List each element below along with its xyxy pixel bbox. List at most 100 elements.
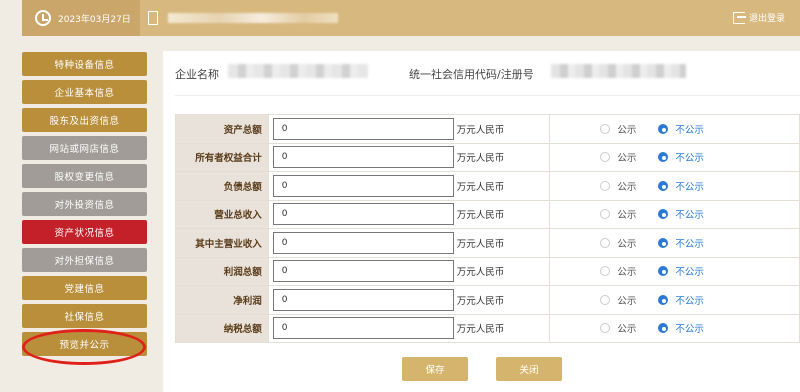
nonpublic-radio-option[interactable]: 不公示	[658, 150, 704, 164]
nonpublic-radio-option[interactable]: 不公示	[658, 293, 704, 307]
value-cell: 万元人民币	[267, 313, 551, 343]
table-row: 纳税总额 万元人民币 公示 不公示	[175, 313, 800, 343]
amount-input[interactable]	[272, 260, 454, 283]
highlight-oval	[22, 329, 146, 365]
unit-label: 万元人民币	[456, 153, 505, 165]
logout-button[interactable]: 退出登录	[733, 11, 785, 24]
radio-checked-icon	[658, 180, 669, 191]
sidebar-item-equity-change[interactable]: 股权变更信息	[22, 164, 147, 188]
public-label: 公示	[617, 238, 637, 250]
sidebar-item-label: 资产状况信息	[54, 228, 115, 239]
close-button[interactable]: 关闭	[496, 357, 562, 381]
sidebar-item-investment[interactable]: 对外投资信息	[22, 192, 147, 216]
amount-input[interactable]	[272, 117, 454, 140]
nonpublic-radio-option[interactable]: 不公示	[658, 122, 704, 136]
public-label: 公示	[617, 124, 637, 136]
sidebar-item-label: 股权变更信息	[54, 172, 115, 183]
radio-checked-icon	[658, 152, 669, 163]
amount-input[interactable]	[272, 317, 454, 340]
sidebar-item-label: 股东及出资信息	[49, 116, 120, 127]
sidebar-item-assets[interactable]: 资产状况信息	[22, 220, 147, 244]
save-button[interactable]: 保存	[402, 357, 468, 381]
table-row: 所有者权益合计 万元人民币 公示 不公示	[175, 142, 800, 172]
document-icon	[148, 11, 158, 25]
amount-input[interactable]	[272, 146, 454, 169]
sidebar-item-label: 特种设备信息	[54, 60, 115, 71]
sidebar-item-label: 企业基本信息	[54, 88, 115, 99]
amount-input[interactable]	[272, 288, 454, 311]
radio-unchecked-icon	[600, 152, 611, 163]
publicity-radio-group: 公示 不公示	[550, 150, 799, 164]
public-radio-option[interactable]: 公示	[600, 293, 658, 307]
sidebar-item-special-equipment[interactable]: 特种设备信息	[22, 52, 147, 76]
radio-unchecked-icon	[600, 237, 611, 248]
publicity-cell: 公示 不公示	[549, 171, 800, 201]
publicity-cell: 公示 不公示	[549, 256, 800, 286]
logout-label: 退出登录	[749, 14, 786, 24]
current-date: 2023年03月27日	[58, 15, 131, 25]
row-label: 负债总额	[175, 171, 269, 201]
redacted-company-value	[228, 64, 368, 78]
radio-checked-icon	[658, 123, 669, 134]
publicity-cell: 公示 不公示	[549, 228, 800, 258]
radio-unchecked-icon	[600, 209, 611, 220]
publicity-radio-group: 公示 不公示	[550, 321, 799, 335]
sidebar-item-website[interactable]: 网站或网店信息	[22, 136, 147, 160]
amount-input[interactable]	[272, 231, 454, 254]
nonpublic-label: 不公示	[675, 295, 704, 307]
public-radio-option[interactable]: 公示	[600, 236, 658, 250]
value-cell: 万元人民币	[267, 142, 551, 172]
row-label: 营业总收入	[175, 199, 269, 229]
public-radio-option[interactable]: 公示	[600, 321, 658, 335]
value-cell: 万元人民币	[267, 199, 551, 229]
top-bar: 2023年03月27日 退出登录	[0, 0, 800, 36]
radio-unchecked-icon	[600, 266, 611, 277]
unit-label: 万元人民币	[456, 124, 505, 136]
public-radio-option[interactable]: 公示	[600, 122, 658, 136]
nonpublic-label: 不公示	[675, 153, 704, 165]
value-cell: 万元人民币	[267, 228, 551, 258]
unit-label: 万元人民币	[456, 324, 505, 336]
public-radio-option[interactable]: 公示	[600, 179, 658, 193]
radio-unchecked-icon	[600, 294, 611, 305]
public-label: 公示	[617, 210, 637, 222]
nonpublic-label: 不公示	[675, 267, 704, 279]
nonpublic-radio-option[interactable]: 不公示	[658, 321, 704, 335]
radio-checked-icon	[658, 209, 669, 220]
nonpublic-radio-option[interactable]: 不公示	[658, 236, 704, 250]
publicity-radio-group: 公示 不公示	[550, 264, 799, 278]
sidebar-item-label: 对外担保信息	[54, 256, 115, 267]
amount-input[interactable]	[272, 174, 454, 197]
public-radio-option[interactable]: 公示	[600, 150, 658, 164]
nonpublic-radio-option[interactable]: 不公示	[658, 179, 704, 193]
sidebar: 特种设备信息 企业基本信息 股东及出资信息 网站或网店信息 股权变更信息 对外投…	[22, 52, 147, 360]
table-row: 利润总额 万元人民币 公示 不公示	[175, 256, 800, 286]
sidebar-item-party[interactable]: 党建信息	[22, 276, 147, 300]
public-label: 公示	[617, 295, 637, 307]
sidebar-item-basic-info[interactable]: 企业基本信息	[22, 80, 147, 104]
radio-unchecked-icon	[600, 180, 611, 191]
main-panel: 企业名称 统一社会信用代码/注册号 资产总额万元人民币公示不公示所有者权益合计万…	[163, 51, 800, 392]
public-label: 公示	[617, 153, 637, 165]
radio-unchecked-icon	[600, 323, 611, 334]
sidebar-item-shareholders[interactable]: 股东及出资信息	[22, 108, 147, 132]
sidebar-item-label: 党建信息	[64, 284, 105, 295]
amount-input[interactable]	[272, 203, 454, 226]
nonpublic-radio-option[interactable]: 不公示	[658, 207, 704, 221]
sidebar-item-guarantee[interactable]: 对外担保信息	[22, 248, 147, 272]
public-radio-option[interactable]: 公示	[600, 207, 658, 221]
publicity-radio-group: 公示 不公示	[550, 207, 799, 221]
sidebar-item-label: 对外投资信息	[54, 200, 115, 211]
public-radio-option[interactable]: 公示	[600, 264, 658, 278]
nonpublic-label: 不公示	[675, 210, 704, 222]
nonpublic-label: 不公示	[675, 238, 704, 250]
nonpublic-radio-option[interactable]: 不公示	[658, 264, 704, 278]
unit-label: 万元人民币	[456, 181, 505, 193]
credit-code-label: 统一社会信用代码/注册号	[409, 68, 534, 81]
unit-label: 万元人民币	[456, 210, 505, 222]
sidebar-item-social-security[interactable]: 社保信息	[22, 304, 147, 328]
publicity-radio-group: 公示 不公示	[550, 179, 799, 193]
nonpublic-label: 不公示	[675, 324, 704, 336]
row-label: 所有者权益合计	[175, 142, 269, 172]
redacted-credit-code-value	[551, 64, 686, 78]
